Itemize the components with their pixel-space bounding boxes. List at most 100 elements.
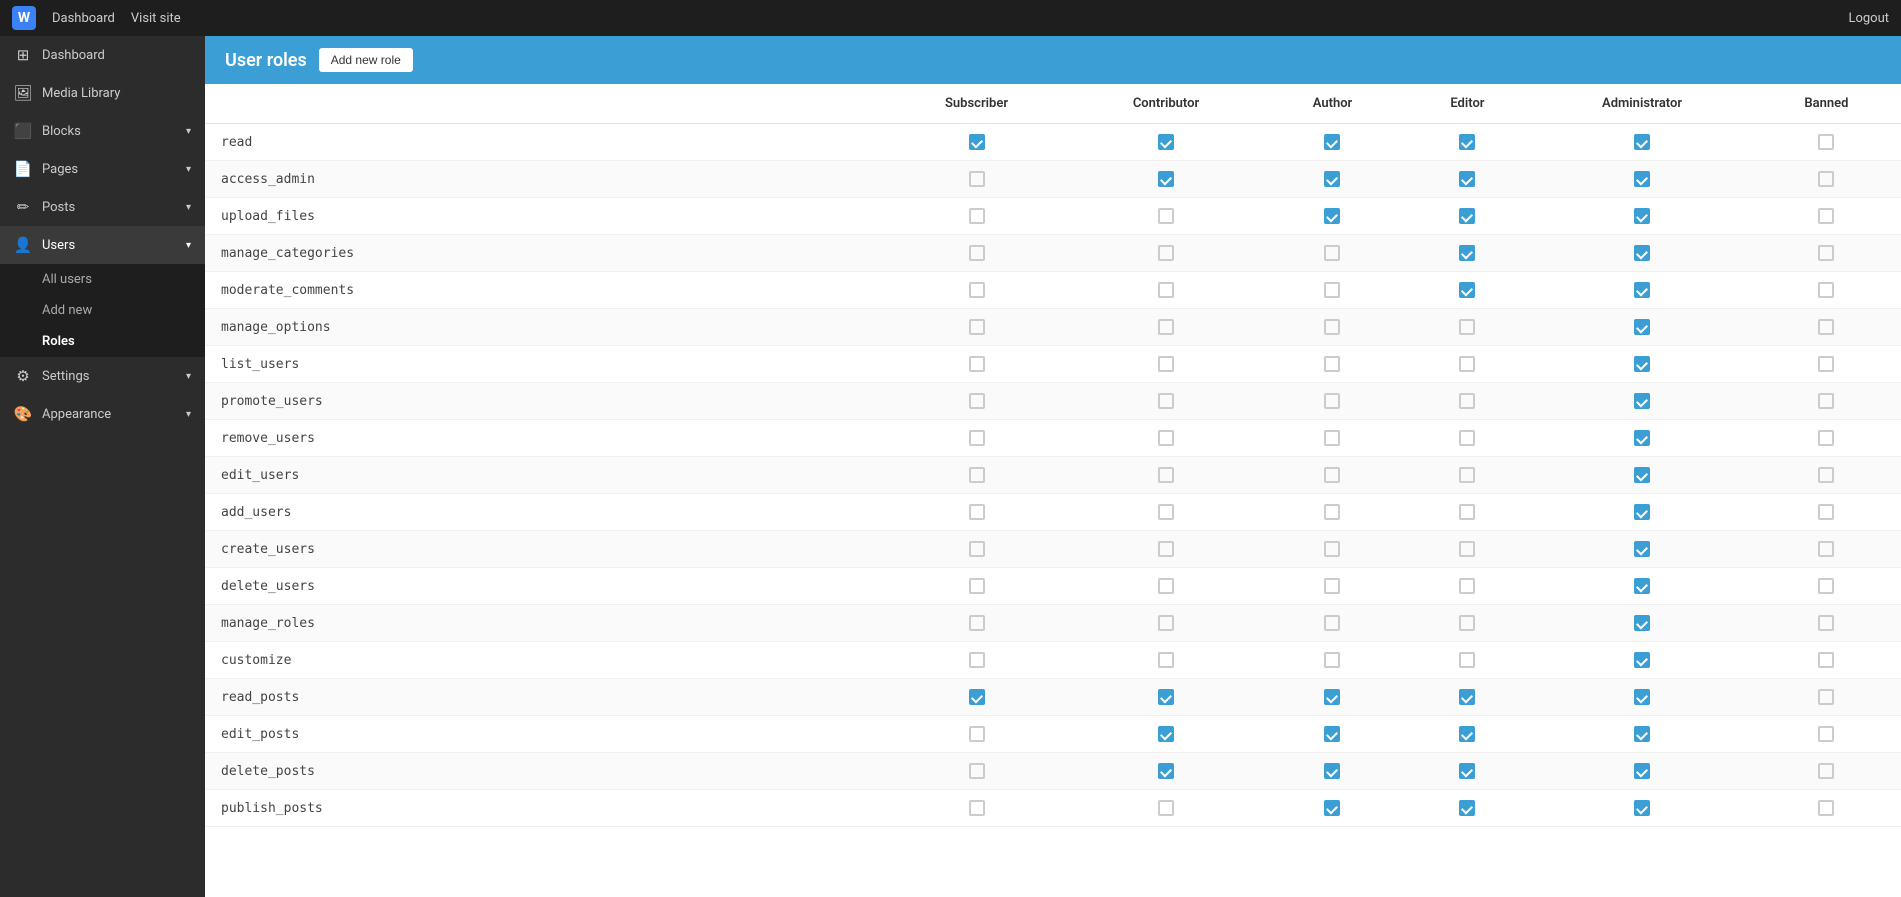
checkbox-customize-sub[interactable] <box>969 652 985 668</box>
checkbox-manage_options-banned[interactable] <box>1818 319 1834 335</box>
checkbox-manage_roles-contrib[interactable] <box>1158 615 1174 631</box>
checkbox-manage_categories-contrib[interactable] <box>1158 245 1174 261</box>
checkbox-read_posts-banned[interactable] <box>1818 689 1834 705</box>
checkbox-access_admin-author[interactable] <box>1324 171 1340 187</box>
checkbox-manage_options-contrib[interactable] <box>1158 319 1174 335</box>
checkbox-moderate_comments-contrib[interactable] <box>1158 282 1174 298</box>
sidebar-item-users[interactable]: 👤 Users ▾ <box>0 226 205 264</box>
checkbox-delete_posts-banned[interactable] <box>1818 763 1834 779</box>
checkbox-create_users-editor[interactable] <box>1459 541 1475 557</box>
checkbox-promote_users-editor[interactable] <box>1459 393 1475 409</box>
checkbox-read_posts-contrib[interactable] <box>1158 689 1174 705</box>
checkbox-manage_categories-author[interactable] <box>1324 245 1340 261</box>
checkbox-manage_roles-sub[interactable] <box>969 615 985 631</box>
sidebar-item-media[interactable]: 🖼 Media Library <box>0 74 205 112</box>
checkbox-publish_posts-editor[interactable] <box>1459 800 1475 816</box>
checkbox-customize-admin[interactable] <box>1634 652 1650 668</box>
checkbox-edit_posts-editor[interactable] <box>1459 726 1475 742</box>
checkbox-add_users-banned[interactable] <box>1818 504 1834 520</box>
checkbox-remove_users-author[interactable] <box>1324 430 1340 446</box>
checkbox-manage_categories-editor[interactable] <box>1459 245 1475 261</box>
checkbox-manage_roles-editor[interactable] <box>1459 615 1475 631</box>
checkbox-publish_posts-banned[interactable] <box>1818 800 1834 816</box>
checkbox-upload_files-admin[interactable] <box>1634 208 1650 224</box>
checkbox-manage_roles-admin[interactable] <box>1634 615 1650 631</box>
checkbox-read-sub[interactable] <box>969 134 985 150</box>
checkbox-create_users-admin[interactable] <box>1634 541 1650 557</box>
checkbox-publish_posts-sub[interactable] <box>969 800 985 816</box>
checkbox-customize-editor[interactable] <box>1459 652 1475 668</box>
checkbox-access_admin-banned[interactable] <box>1818 171 1834 187</box>
checkbox-read-author[interactable] <box>1324 134 1340 150</box>
checkbox-publish_posts-author[interactable] <box>1324 800 1340 816</box>
checkbox-delete_posts-contrib[interactable] <box>1158 763 1174 779</box>
checkbox-remove_users-editor[interactable] <box>1459 430 1475 446</box>
checkbox-access_admin-sub[interactable] <box>969 171 985 187</box>
checkbox-manage_options-author[interactable] <box>1324 319 1340 335</box>
checkbox-delete_users-admin[interactable] <box>1634 578 1650 594</box>
checkbox-remove_users-contrib[interactable] <box>1158 430 1174 446</box>
checkbox-add_users-admin[interactable] <box>1634 504 1650 520</box>
checkbox-read-editor[interactable] <box>1459 134 1475 150</box>
checkbox-add_users-contrib[interactable] <box>1158 504 1174 520</box>
checkbox-delete_posts-admin[interactable] <box>1634 763 1650 779</box>
checkbox-edit_users-author[interactable] <box>1324 467 1340 483</box>
checkbox-moderate_comments-author[interactable] <box>1324 282 1340 298</box>
checkbox-manage_roles-banned[interactable] <box>1818 615 1834 631</box>
checkbox-upload_files-sub[interactable] <box>969 208 985 224</box>
checkbox-customize-banned[interactable] <box>1818 652 1834 668</box>
checkbox-publish_posts-admin[interactable] <box>1634 800 1650 816</box>
checkbox-manage_categories-banned[interactable] <box>1818 245 1834 261</box>
sidebar-item-dashboard[interactable]: ⊞ Dashboard <box>0 36 205 74</box>
checkbox-promote_users-author[interactable] <box>1324 393 1340 409</box>
sidebar-item-posts[interactable]: ✏ Posts ▾ <box>0 188 205 226</box>
checkbox-remove_users-sub[interactable] <box>969 430 985 446</box>
sidebar-item-settings[interactable]: ⚙ Settings ▾ <box>0 357 205 395</box>
checkbox-edit_users-banned[interactable] <box>1818 467 1834 483</box>
checkbox-edit_users-sub[interactable] <box>969 467 985 483</box>
checkbox-manage_categories-sub[interactable] <box>969 245 985 261</box>
checkbox-manage_options-admin[interactable] <box>1634 319 1650 335</box>
checkbox-delete_users-editor[interactable] <box>1459 578 1475 594</box>
checkbox-read_posts-sub[interactable] <box>969 689 985 705</box>
checkbox-remove_users-admin[interactable] <box>1634 430 1650 446</box>
checkbox-read-admin[interactable] <box>1634 134 1650 150</box>
sidebar-item-appearance[interactable]: 🎨 Appearance ▾ <box>0 395 205 433</box>
checkbox-read-contrib[interactable] <box>1158 134 1174 150</box>
checkbox-edit_users-editor[interactable] <box>1459 467 1475 483</box>
sidebar-item-roles[interactable]: Roles <box>0 326 205 357</box>
checkbox-list_users-author[interactable] <box>1324 356 1340 372</box>
checkbox-access_admin-admin[interactable] <box>1634 171 1650 187</box>
checkbox-upload_files-banned[interactable] <box>1818 208 1834 224</box>
checkbox-upload_files-editor[interactable] <box>1459 208 1475 224</box>
checkbox-edit_users-contrib[interactable] <box>1158 467 1174 483</box>
checkbox-customize-author[interactable] <box>1324 652 1340 668</box>
checkbox-manage_categories-admin[interactable] <box>1634 245 1650 261</box>
checkbox-delete_posts-editor[interactable] <box>1459 763 1475 779</box>
checkbox-publish_posts-contrib[interactable] <box>1158 800 1174 816</box>
checkbox-list_users-contrib[interactable] <box>1158 356 1174 372</box>
checkbox-edit_posts-banned[interactable] <box>1818 726 1834 742</box>
logout-link[interactable]: Logout <box>1848 11 1889 26</box>
checkbox-read_posts-admin[interactable] <box>1634 689 1650 705</box>
sidebar-item-blocks[interactable]: ⬛ Blocks ▾ <box>0 112 205 150</box>
checkbox-manage_options-editor[interactable] <box>1459 319 1475 335</box>
checkbox-delete_users-banned[interactable] <box>1818 578 1834 594</box>
checkbox-list_users-admin[interactable] <box>1634 356 1650 372</box>
checkbox-upload_files-author[interactable] <box>1324 208 1340 224</box>
checkbox-create_users-contrib[interactable] <box>1158 541 1174 557</box>
checkbox-customize-contrib[interactable] <box>1158 652 1174 668</box>
checkbox-manage_roles-author[interactable] <box>1324 615 1340 631</box>
checkbox-delete_posts-sub[interactable] <box>969 763 985 779</box>
checkbox-delete_users-sub[interactable] <box>969 578 985 594</box>
dashboard-link[interactable]: Dashboard <box>52 11 115 26</box>
checkbox-read_posts-editor[interactable] <box>1459 689 1475 705</box>
sidebar-item-pages[interactable]: 📄 Pages ▾ <box>0 150 205 188</box>
checkbox-list_users-sub[interactable] <box>969 356 985 372</box>
checkbox-add_users-author[interactable] <box>1324 504 1340 520</box>
checkbox-delete_users-contrib[interactable] <box>1158 578 1174 594</box>
checkbox-create_users-author[interactable] <box>1324 541 1340 557</box>
sidebar-item-all-users[interactable]: All users <box>0 264 205 295</box>
checkbox-upload_files-contrib[interactable] <box>1158 208 1174 224</box>
checkbox-add_users-sub[interactable] <box>969 504 985 520</box>
